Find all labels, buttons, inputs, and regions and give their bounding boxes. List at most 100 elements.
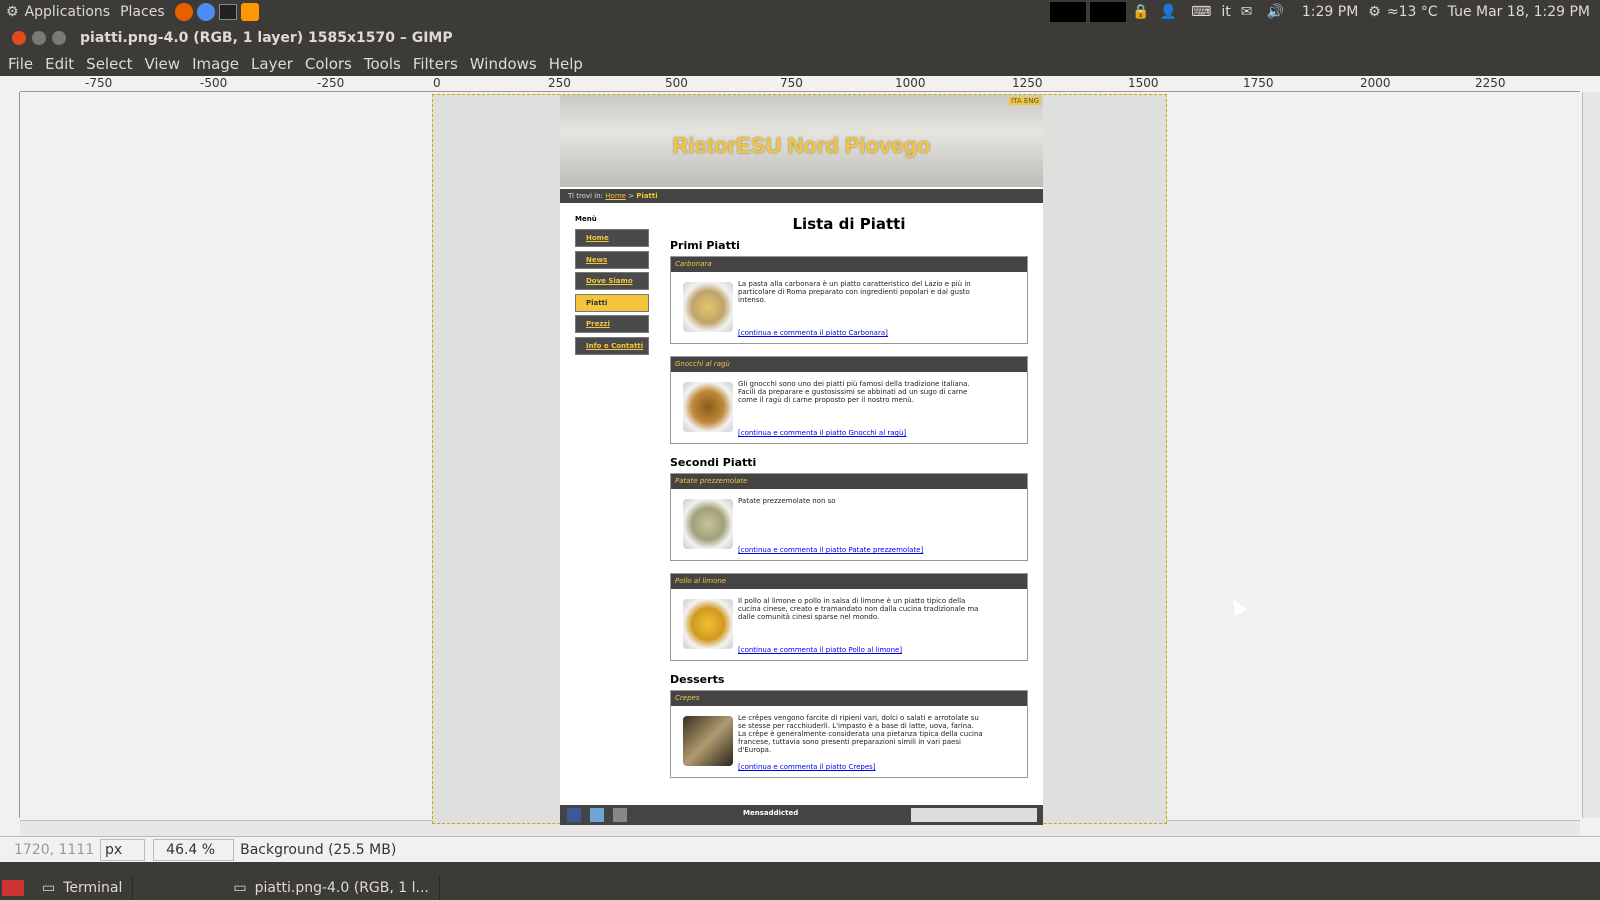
sublime-icon[interactable] [240, 3, 259, 21]
weather[interactable]: ≈13 °C [1387, 4, 1438, 20]
ubuntu-logo-icon[interactable]: ⚙ [6, 4, 19, 20]
ruler-label: 2000 [1360, 76, 1391, 90]
minimize-button[interactable] [32, 31, 46, 45]
vertical-ruler[interactable] [0, 92, 20, 818]
breadcrumb-prefix: Ti trovi in: [568, 192, 604, 200]
canvas-area[interactable]: -750 -500 -250 0 250 500 750 1000 1250 1… [0, 76, 1600, 836]
site-menu-item: News [575, 250, 649, 269]
maximize-button[interactable] [52, 31, 66, 45]
dish-card: Patate prezzemolate Patate prezzemolate … [670, 473, 1028, 561]
taskbar-gimp-label: piatti.png-4.0 (RGB, 1 l... [254, 880, 429, 896]
menu-file[interactable]: File [8, 55, 33, 73]
terminal-icon[interactable] [218, 4, 237, 20]
terminal-task-icon: ▭ [42, 880, 56, 896]
settings-gear-icon[interactable]: ⚙ [1368, 4, 1381, 20]
dish-photo [683, 282, 733, 332]
ruler-label: 250 [548, 76, 571, 90]
menu-colors[interactable]: Colors [305, 55, 352, 73]
dish-card: Crepes Le crêpes vengono farcite di ripi… [670, 690, 1028, 778]
datetime[interactable]: Tue Mar 18, 1:29 PM [1448, 4, 1590, 20]
top-panel: ⚙ Applications Places 🔒 👤 ⌨ it ✉ 🔊 1:29 … [0, 0, 1600, 24]
ruler-label: 2250 [1475, 76, 1506, 90]
dish-link: [continua e commenta il piatto Carbonara… [738, 329, 888, 337]
w3c-badges-icon [911, 808, 1037, 822]
places-menu[interactable]: Places [120, 4, 165, 20]
volume-icon[interactable]: 🔊 [1266, 4, 1283, 20]
language-switch: ITA ENG [1009, 97, 1041, 105]
site-menu-item: Dove Siamo [575, 272, 649, 290]
user-icon[interactable]: 👤 [1160, 4, 1177, 20]
ruler-label: -500 [200, 76, 228, 90]
unit-selector[interactable]: px [100, 838, 146, 861]
dish-link: [continua e commenta il piatto Crepes] [738, 763, 876, 771]
webpage-image: ITA ENG RistorESU Nord Piovego Ti trovi … [560, 95, 1043, 825]
applications-menu[interactable]: Applications [25, 4, 111, 20]
dish-description: Patate prezzemolate non so [738, 497, 836, 505]
ruler-label: 500 [665, 76, 688, 90]
menu-select[interactable]: Select [86, 55, 132, 73]
site-menu-item: Prezzi [575, 315, 649, 333]
mail-icon[interactable]: ✉ [1241, 4, 1253, 20]
horizontal-ruler[interactable]: -750 -500 -250 0 250 500 750 1000 1250 1… [20, 76, 1580, 92]
ruler-label: 1750 [1243, 76, 1274, 90]
menu-edit[interactable]: Edit [45, 55, 74, 73]
taskbar-terminal-label: Terminal [63, 880, 123, 896]
close-button[interactable] [12, 31, 26, 45]
dish-photo [683, 499, 733, 549]
taskbar-gimp[interactable]: ▭ piatti.png-4.0 (RGB, 1 l... [223, 876, 440, 900]
taskbar-terminal[interactable]: ▭ Terminal [32, 876, 134, 900]
dish-link: [continua e commenta il piatto Patate pr… [738, 546, 924, 554]
keyboard-layout[interactable]: it [1221, 4, 1230, 20]
show-desktop-icon[interactable] [2, 880, 24, 896]
site-title: RistorESU Nord Piovego [672, 133, 931, 158]
dish-name: Carbonara [671, 257, 1027, 272]
dish-photo [683, 716, 733, 766]
page-heading: Lista di Piatti [792, 215, 906, 233]
section-title: Primi Piatti [670, 239, 740, 252]
keyboard-icon[interactable]: ⌨ [1191, 4, 1211, 20]
gimp-task-icon: ▭ [233, 880, 247, 896]
vertical-scrollbar[interactable] [1582, 92, 1600, 818]
menu-filters[interactable]: Filters [413, 55, 458, 73]
window-titlebar: piatti.png-4.0 (RGB, 1 layer) 1585x1570 … [0, 24, 1600, 52]
image-canvas[interactable]: ITA ENG RistorESU Nord Piovego Ti trovi … [432, 94, 1167, 825]
clock[interactable]: 1:29 PM [1302, 4, 1358, 20]
ruler-label: 1000 [895, 76, 926, 90]
menu-help[interactable]: Help [549, 55, 583, 73]
facebook-icon [567, 808, 581, 822]
site-footer: Mensaddicted [560, 805, 1043, 825]
dish-photo [683, 599, 733, 649]
breadcrumb-current: Piatti [636, 192, 658, 200]
site-menu-item-active: Piatti [575, 293, 649, 312]
breadcrumb-home: Home [605, 192, 626, 200]
firefox-icon[interactable] [174, 3, 193, 21]
dish-description: La pasta alla carbonara è un piatto cara… [738, 280, 971, 304]
chrome-icon[interactable] [196, 3, 215, 21]
zoom-field[interactable]: 46.4 % [153, 838, 235, 861]
ruler-label: 1500 [1128, 76, 1159, 90]
pointer-coordinates: 1720, 1111 [14, 841, 95, 858]
mouse-pointer-icon [1226, 595, 1248, 617]
footer-text: Mensaddicted [743, 809, 799, 817]
ruler-label: 1250 [1012, 76, 1043, 90]
ruler-label: 0 [433, 76, 441, 90]
monitor-graph[interactable] [1050, 2, 1087, 22]
menu-view[interactable]: View [144, 55, 180, 73]
breadcrumb-sep: > [628, 192, 635, 200]
monitor-graph-2[interactable] [1090, 2, 1127, 22]
menu-layer[interactable]: Layer [251, 55, 293, 73]
dish-card: Carbonara La pasta alla carbonara è un p… [670, 256, 1028, 344]
lock-icon[interactable]: 🔒 [1132, 4, 1149, 20]
menu-windows[interactable]: Windows [470, 55, 537, 73]
bottom-panel: ▭ Terminal ▭ piatti.png-4.0 (RGB, 1 l... [0, 876, 1600, 900]
dish-photo [683, 382, 733, 432]
dish-name: Gnocchi al ragù [671, 357, 1027, 372]
dish-card: Gnocchi al ragù Gli gnocchi sono uno dei… [670, 356, 1028, 444]
ruler-label: -250 [317, 76, 345, 90]
menu-image[interactable]: Image [192, 55, 239, 73]
layer-info: Background (25.5 MB) [240, 841, 397, 858]
dish-link: [continua e commenta il piatto Pollo al … [738, 646, 903, 654]
section-title: Secondi Piatti [670, 456, 757, 469]
menu-tools[interactable]: Tools [364, 55, 401, 73]
site-menu-title: Menù [575, 215, 597, 223]
